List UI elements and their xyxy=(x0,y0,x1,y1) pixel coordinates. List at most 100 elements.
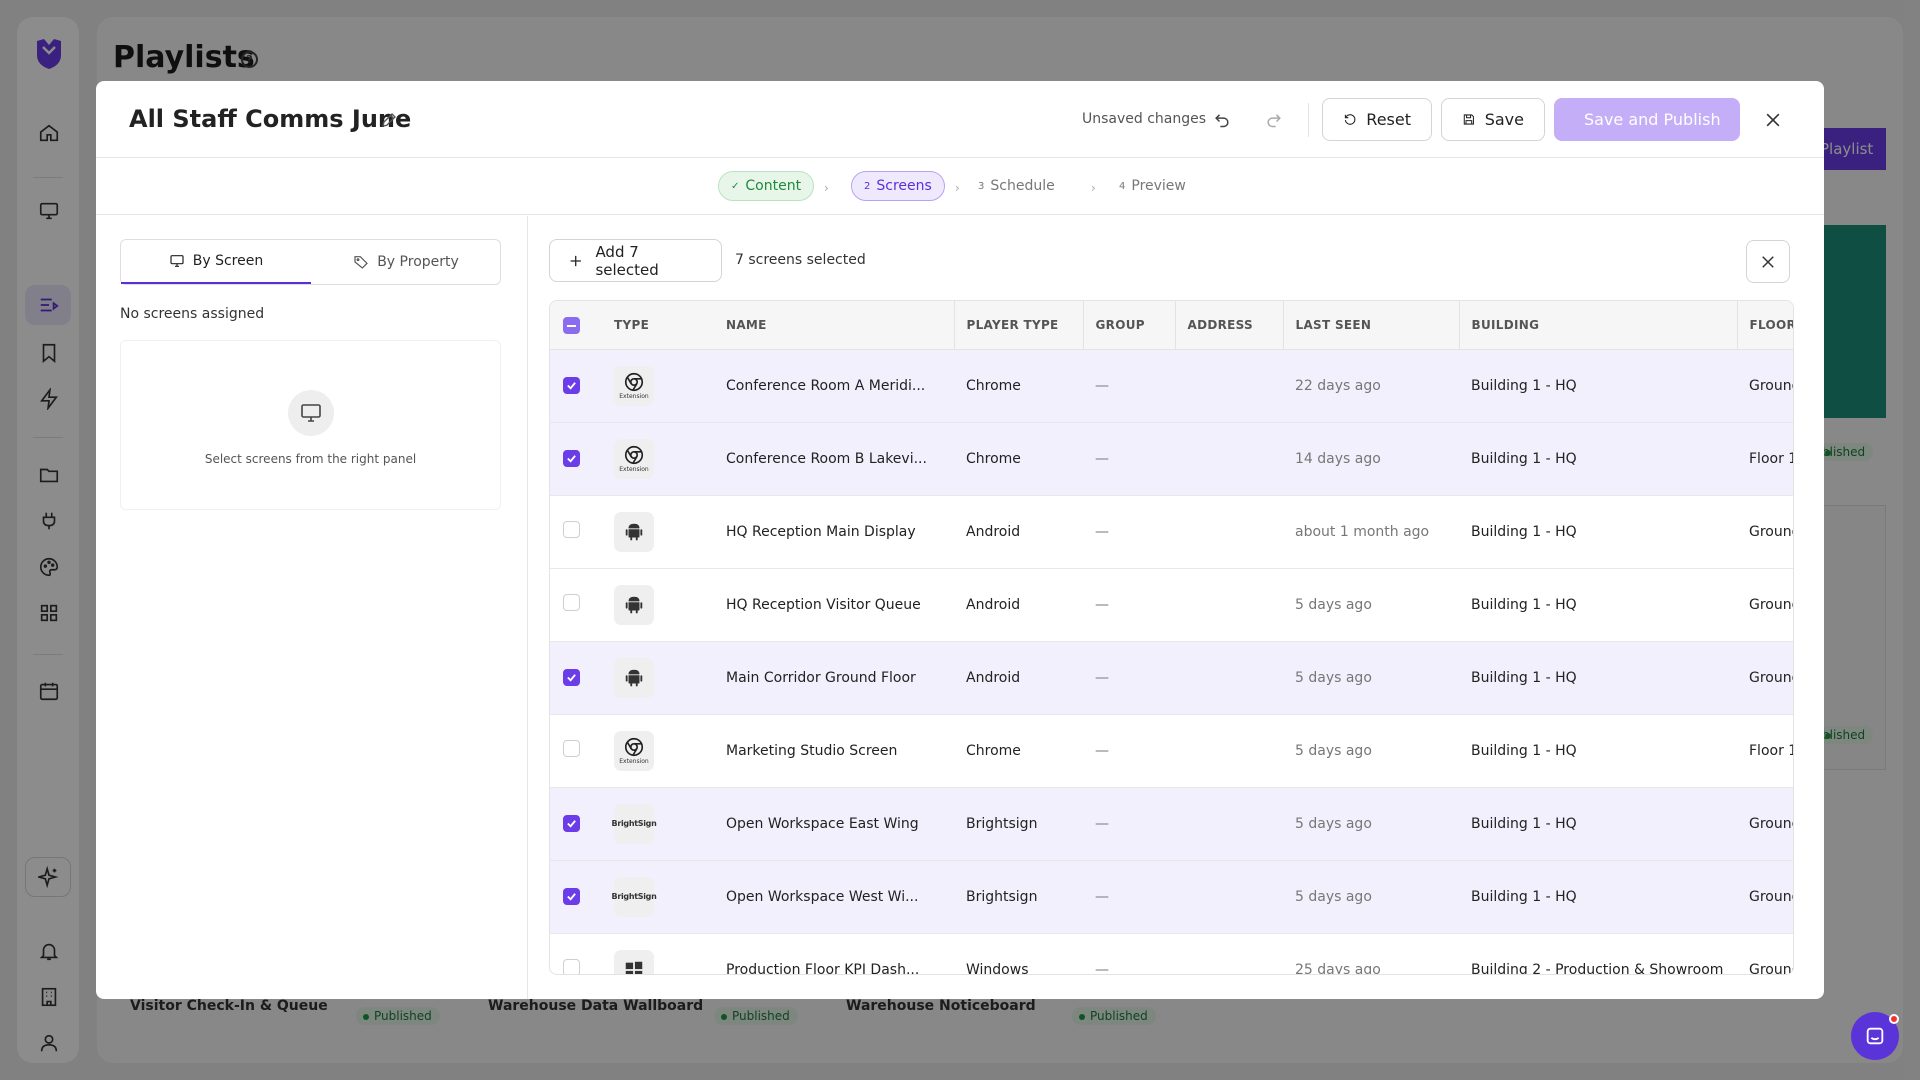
row-select-cell xyxy=(550,714,602,788)
column-header-player-type[interactable]: PLAYER TYPE xyxy=(954,301,1084,350)
address-cell xyxy=(1175,349,1283,423)
screen-name: Production Floor KPI Dash... xyxy=(714,933,954,974)
player-type-icon: Extension xyxy=(614,730,654,771)
floppy-disk-icon xyxy=(1463,114,1474,125)
table-row[interactable]: Production Floor KPI Dash... Windows — 25 d… xyxy=(550,933,1793,974)
player-type-icon: Extension xyxy=(614,438,654,479)
address-cell xyxy=(1175,933,1283,974)
tab-by-screen[interactable]: By Screen xyxy=(121,240,311,284)
last-seen: 5 days ago xyxy=(1283,714,1459,788)
chat-launcher-button[interactable] xyxy=(1851,1012,1899,1060)
column-header-type[interactable]: TYPE xyxy=(602,301,714,350)
reset-button[interactable]: Reset xyxy=(1322,98,1432,141)
player-type-icon xyxy=(614,511,654,552)
undo-icon[interactable] xyxy=(1212,109,1232,129)
chevron-right-icon: › xyxy=(955,181,960,195)
step-preview[interactable]: 4 Preview xyxy=(1107,171,1198,201)
table-row[interactable]: Main Corridor Ground Floor Android — 5 days… xyxy=(550,641,1793,715)
row-checkbox[interactable] xyxy=(563,376,580,394)
redo-icon[interactable] xyxy=(1264,109,1284,129)
last-seen: 5 days ago xyxy=(1283,568,1459,642)
table-row[interactable]: Extension Conference Room B Lakevi... Chro… xyxy=(550,422,1793,496)
column-header-building[interactable]: BUILDING xyxy=(1459,301,1738,350)
column-header-name[interactable]: NAME xyxy=(714,301,955,350)
playlist-screens-modal: All Staff Comms June Unsaved changes Res… xyxy=(96,81,1824,999)
add-selected-button[interactable]: Add 7 selected xyxy=(549,239,722,282)
row-checkbox[interactable] xyxy=(563,521,580,538)
close-icon xyxy=(1762,255,1774,268)
windows-icon xyxy=(625,961,643,974)
address-cell xyxy=(1175,641,1283,715)
column-header-last-seen[interactable]: LAST SEEN xyxy=(1283,301,1460,350)
step-content[interactable]: ✓ Content xyxy=(718,171,815,201)
pencil-icon[interactable] xyxy=(380,111,398,129)
table-row[interactable]: BrightSign Open Workspace East Wing Bright… xyxy=(550,787,1793,861)
building-cell: Building 1 - HQ xyxy=(1459,495,1737,569)
building-cell: Building 1 - HQ xyxy=(1459,641,1737,715)
building-cell: Building 1 - HQ xyxy=(1459,860,1737,934)
player-type: Chrome xyxy=(954,422,1083,496)
screens-table[interactable]: TYPE NAME PLAYER TYPE GROUP ADDRESS LAST… xyxy=(549,300,1794,975)
group-cell: — xyxy=(1083,641,1175,715)
group-cell: — xyxy=(1083,933,1175,974)
player-type: Android xyxy=(954,495,1083,569)
brightsign-icon: BrightSign xyxy=(612,803,657,844)
playlist-title: All Staff Comms June xyxy=(129,105,412,133)
table-row[interactable]: Extension Conference Room A Meridi... Chro… xyxy=(550,349,1793,423)
screen-name: Main Corridor Ground Floor xyxy=(714,641,954,715)
row-checkbox[interactable] xyxy=(563,740,580,757)
close-icon[interactable] xyxy=(1763,110,1783,130)
row-checkbox[interactable] xyxy=(563,959,580,974)
screen-picker-panel: Add 7 selected 7 screens selected TYPE N… xyxy=(529,216,1824,999)
screen-name: Conference Room A Meridi... xyxy=(714,349,954,423)
row-checkbox[interactable] xyxy=(563,449,580,467)
row-checkbox[interactable] xyxy=(563,668,580,686)
android-icon xyxy=(625,596,643,613)
tag-icon xyxy=(354,256,369,269)
save-button[interactable]: Save xyxy=(1441,98,1545,141)
screen-name: HQ Reception Main Display xyxy=(714,495,954,569)
table-row[interactable]: Extension Marketing Studio Screen Chrome — 5… xyxy=(550,714,1793,788)
type-cell xyxy=(602,933,714,974)
unsaved-changes-label: Unsaved changes xyxy=(1082,111,1207,127)
type-cell: Extension xyxy=(602,349,714,423)
android-icon xyxy=(625,669,643,686)
row-checkbox[interactable] xyxy=(563,814,580,832)
last-seen: 22 days ago xyxy=(1283,349,1459,423)
building-cell: Building 1 - HQ xyxy=(1459,422,1737,496)
screen-name: Open Workspace East Wing xyxy=(714,787,954,861)
row-checkbox[interactable] xyxy=(563,594,580,611)
floor-cell: Ground xyxy=(1737,349,1793,423)
tab-by-property[interactable]: By Property xyxy=(311,240,501,284)
monitor-icon xyxy=(301,404,321,422)
table-row[interactable]: HQ Reception Main Display Android — about 1… xyxy=(550,495,1793,569)
column-header-address[interactable]: ADDRESS xyxy=(1175,301,1284,350)
row-checkbox[interactable] xyxy=(563,887,580,905)
address-cell xyxy=(1175,787,1283,861)
step-screens[interactable]: 2 Screens xyxy=(851,171,945,201)
assignment-tabs: By Screen By Property xyxy=(120,239,501,285)
building-cell: Building 1 - HQ xyxy=(1459,349,1737,423)
monitor-icon xyxy=(170,255,184,267)
last-seen: 5 days ago xyxy=(1283,641,1459,715)
row-select-cell xyxy=(550,495,602,569)
row-select-cell xyxy=(550,860,602,934)
table-row[interactable]: HQ Reception Visitor Queue Android — 5 days… xyxy=(550,568,1793,642)
column-header-floor[interactable]: FLOOR xyxy=(1737,301,1793,350)
building-cell: Building 2 - Production & Showroom xyxy=(1459,933,1737,974)
clear-selection-button[interactable] xyxy=(1746,240,1790,283)
android-icon xyxy=(625,523,643,540)
table-row[interactable]: BrightSign Open Workspace West Wi... Brigh… xyxy=(550,860,1793,934)
step-schedule[interactable]: 3 Schedule xyxy=(966,171,1067,201)
screen-name: Marketing Studio Screen xyxy=(714,714,954,788)
address-cell xyxy=(1175,714,1283,788)
floor-cell: Floor 1 xyxy=(1737,422,1793,496)
screen-name: HQ Reception Visitor Queue xyxy=(714,568,954,642)
save-and-publish-button[interactable]: Save and Publish xyxy=(1554,98,1740,141)
address-cell xyxy=(1175,568,1283,642)
reset-icon xyxy=(1344,114,1356,125)
select-all-checkbox[interactable] xyxy=(563,317,580,334)
column-header-group[interactable]: GROUP xyxy=(1083,301,1176,350)
floor-cell: Ground xyxy=(1737,641,1793,715)
screen-name: Conference Room B Lakevi... xyxy=(714,422,954,496)
